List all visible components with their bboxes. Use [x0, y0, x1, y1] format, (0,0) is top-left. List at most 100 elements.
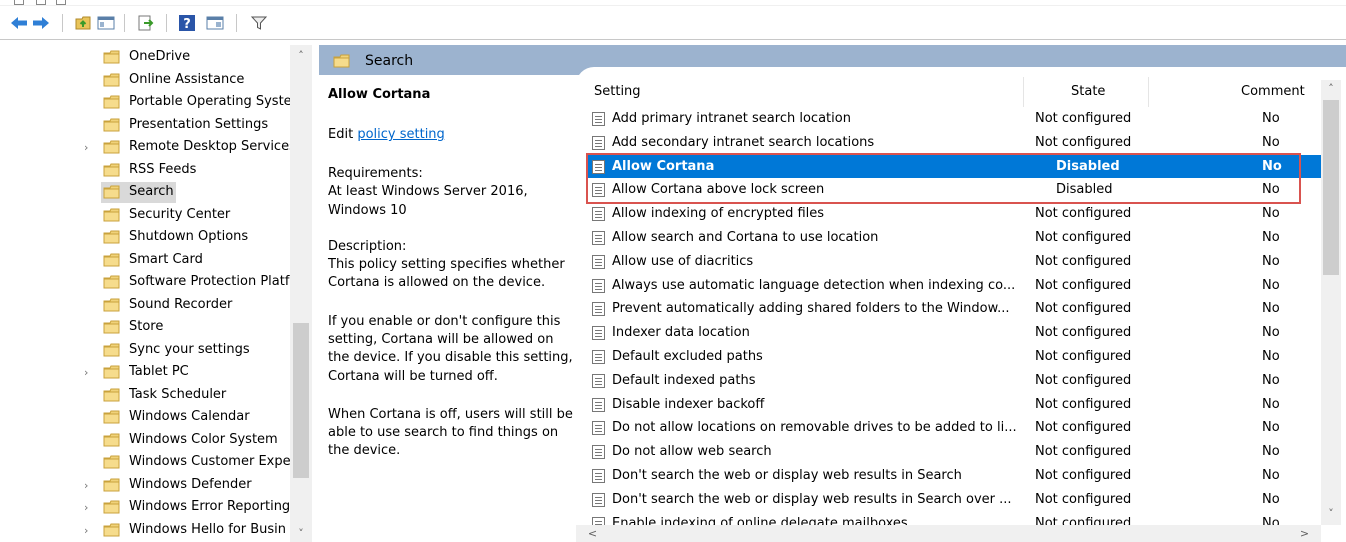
- filter-icon[interactable]: [248, 12, 270, 34]
- folder-icon: [103, 388, 121, 402]
- table-row[interactable]: Do not allow locations on removable driv…: [586, 416, 1322, 440]
- tree-item[interactable]: Task Scheduler: [0, 384, 290, 407]
- extended-view-icon[interactable]: [204, 12, 226, 34]
- tree-item-label: Tablet PC: [129, 364, 189, 379]
- table-row[interactable]: Don't search the web or display web resu…: [586, 464, 1322, 488]
- help-icon[interactable]: ?: [176, 12, 198, 34]
- tree-item[interactable]: Presentation Settings: [0, 114, 290, 137]
- tree-item[interactable]: Windows Customer Expe: [0, 451, 291, 474]
- column-divider[interactable]: [1148, 77, 1149, 107]
- tree-item-label: Windows Hello for Busin: [129, 521, 287, 537]
- tree-item-label: Portable Operating Syste: [129, 94, 291, 109]
- tree-item[interactable]: Online Assistance: [0, 69, 290, 92]
- column-header-state[interactable]: State: [1071, 84, 1105, 99]
- table-row[interactable]: Don't search the web or display web resu…: [586, 488, 1322, 512]
- tree-item[interactable]: Portable Operating Syste: [0, 91, 291, 114]
- table-row[interactable]: Add secondary intranet search locations N…: [586, 131, 1322, 155]
- tree-item[interactable]: Sound Recorder: [0, 294, 290, 317]
- tree-item-label: Smart Card: [129, 251, 203, 267]
- tree-item[interactable]: › Remote Desktop Services: [0, 136, 291, 159]
- back-icon[interactable]: [8, 12, 30, 34]
- folder-icon: [103, 208, 121, 222]
- chevron-right-icon[interactable]: ›: [84, 142, 94, 153]
- table-row[interactable]: Default excluded paths Not configured No: [586, 345, 1322, 369]
- scroll-thumb[interactable]: [1323, 100, 1339, 275]
- tree-item-label: Remote Desktop Services: [129, 139, 291, 154]
- tree-item-label: Online Assistance: [129, 71, 245, 87]
- setting-comment: No: [1262, 444, 1280, 460]
- settings-list: Setting State Comment Add primary intran…: [576, 67, 1346, 542]
- table-row[interactable]: Allow search and Cortana to use location…: [586, 226, 1322, 250]
- setting-state: Not configured: [1035, 444, 1132, 460]
- table-row[interactable]: Do not allow web search Not configured No: [586, 440, 1322, 464]
- column-divider[interactable]: [1023, 77, 1024, 107]
- setting-state: Not configured: [1035, 491, 1132, 507]
- edit-policy-link[interactable]: policy setting: [357, 127, 444, 142]
- toolbar-separator: [124, 14, 125, 32]
- requirements-line: At least Windows Server 2016,: [328, 184, 528, 199]
- table-row[interactable]: Indexer data location Not configured No: [586, 321, 1322, 345]
- scroll-down-arrow[interactable]: ˅: [290, 525, 312, 542]
- tree-item[interactable]: Security Center: [0, 204, 290, 227]
- table-row[interactable]: Allow use of diacritics Not configured No: [586, 250, 1322, 274]
- tree-item[interactable]: Shutdown Options: [0, 226, 290, 249]
- policy-setting-icon: [592, 135, 605, 150]
- tree-item[interactable]: › Windows Hello for Busin: [0, 519, 290, 542]
- table-row[interactable]: Disable indexer backoff Not configured No: [586, 393, 1322, 417]
- tree-item[interactable]: › Windows Error Reporting: [0, 496, 290, 519]
- scroll-up-arrow[interactable]: ˄: [290, 47, 312, 65]
- setting-name: Indexer data location: [612, 325, 750, 341]
- setting-name: Add secondary intranet search locations: [612, 134, 875, 150]
- column-header-comment[interactable]: Comment: [1241, 84, 1305, 99]
- folder-icon: [103, 253, 121, 267]
- policy-name: Allow Cortana: [328, 87, 431, 102]
- table-row[interactable]: Always use automatic language detection …: [586, 274, 1322, 298]
- tree-item[interactable]: Windows Color System: [0, 429, 290, 452]
- folder-icon: [103, 298, 121, 312]
- table-row[interactable]: Default indexed paths Not configured No: [586, 369, 1322, 393]
- chevron-right-icon[interactable]: ›: [84, 480, 94, 491]
- tree-item[interactable]: › Windows Defender: [0, 474, 290, 497]
- export-list-icon[interactable]: [135, 12, 157, 34]
- table-row[interactable]: Add primary intranet search location Not …: [586, 107, 1322, 131]
- tree-item[interactable]: Store: [0, 316, 290, 339]
- tree-scrollbar[interactable]: ˄ ˅: [290, 45, 312, 542]
- table-row[interactable]: Prevent automatically adding shared fold…: [586, 297, 1322, 321]
- column-header-setting[interactable]: Setting: [594, 84, 641, 99]
- setting-name: Default excluded paths: [612, 349, 763, 364]
- tree-item[interactable]: OneDrive: [0, 46, 290, 69]
- tree-item[interactable]: › Tablet PC: [0, 361, 290, 384]
- chevron-right-icon[interactable]: ›: [84, 367, 94, 378]
- policy-setting-icon: [592, 231, 605, 245]
- scroll-thumb[interactable]: [293, 323, 309, 478]
- list-vertical-scrollbar[interactable]: ˄ ˅: [1321, 80, 1341, 525]
- up-folder-icon[interactable]: [73, 12, 95, 34]
- show-hide-tree-icon[interactable]: [95, 12, 117, 34]
- scroll-left-arrow[interactable]: <: [584, 525, 601, 542]
- setting-comment: No: [1262, 230, 1280, 245]
- tree-item[interactable]: Smart Card: [0, 249, 290, 272]
- setting-name: Add primary intranet search location: [612, 111, 851, 126]
- chevron-right-icon[interactable]: ›: [84, 502, 94, 513]
- scroll-right-arrow[interactable]: >: [1296, 525, 1313, 542]
- tree-item[interactable]: Search: [0, 181, 290, 204]
- tree-item[interactable]: RSS Feeds: [0, 159, 290, 182]
- tree-item-label: Search: [129, 184, 174, 199]
- policy-setting-icon: [592, 469, 605, 483]
- toolbar: ?: [0, 6, 1346, 40]
- scroll-up-arrow[interactable]: ˄: [1321, 80, 1341, 98]
- table-row[interactable]: Allow indexing of encrypted files Not con…: [586, 202, 1322, 226]
- tree-item[interactable]: Software Protection Platf: [0, 271, 290, 294]
- list-horizontal-scrollbar[interactable]: < >: [576, 525, 1321, 542]
- edit-prefix: Edit: [328, 127, 354, 142]
- policy-tree[interactable]: OneDrive Online Assistance Portable Operat…: [0, 45, 315, 542]
- setting-state: Not configured: [1035, 396, 1132, 412]
- setting-state: Not configured: [1035, 349, 1132, 364]
- tree-item[interactable]: Windows Calendar: [0, 406, 290, 429]
- chevron-right-icon[interactable]: ›: [84, 525, 94, 536]
- scroll-down-arrow[interactable]: ˅: [1321, 505, 1341, 523]
- forward-icon[interactable]: [30, 12, 52, 34]
- tree-item[interactable]: Sync your settings: [0, 339, 290, 362]
- description-line: Cortana will be turned off.: [328, 369, 498, 384]
- setting-state: Not configured: [1035, 230, 1132, 245]
